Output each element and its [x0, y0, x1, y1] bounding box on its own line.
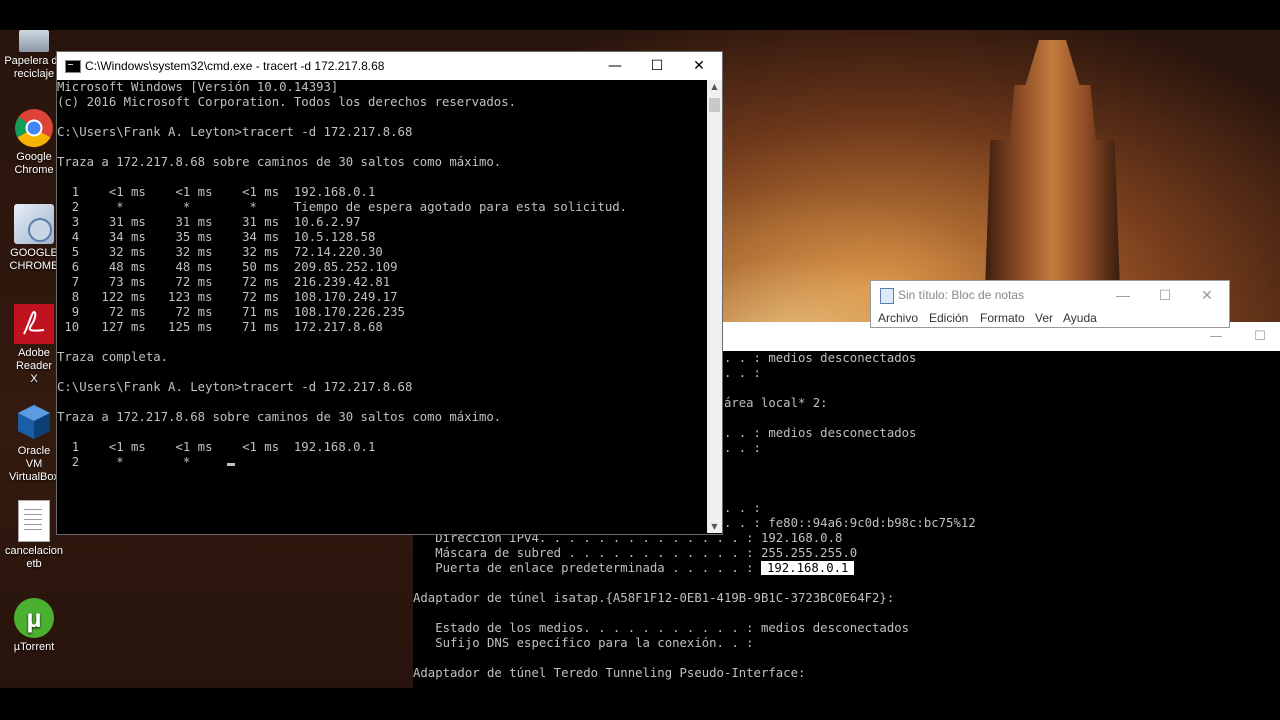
scroll-up-arrow-icon[interactable]: ▲	[707, 82, 722, 91]
console-line: Adaptador de túnel isatap.{A58F1F12-0EB1…	[413, 591, 895, 605]
console-output[interactable]: Microsoft Windows [Versión 10.0.14393] (…	[57, 80, 706, 533]
desktop-icon-utorrent[interactable]: µ µTorrent	[0, 598, 68, 654]
maximize-button[interactable]: ☐	[1240, 322, 1280, 351]
chrome-icon	[14, 108, 54, 148]
gateway-label: Puerta de enlace predeterminada . . . . …	[413, 561, 754, 575]
vertical-scrollbar[interactable]: ▲ ▼	[707, 80, 722, 533]
console-line: C:\Users\Frank A. Leyton>tracert -d 172.…	[57, 380, 413, 394]
console-line: (c) 2016 Microsoft Corporation. Todos lo…	[57, 95, 517, 109]
gateway-highlight: 192.168.0.1	[760, 561, 855, 575]
console-line: 10 127 ms 125 ms 71 ms 172.217.8.68	[57, 320, 383, 334]
close-button[interactable]: ✕	[677, 52, 721, 80]
text-cursor	[227, 463, 236, 466]
console-line: Traza a 172.217.8.68 sobre caminos de 30…	[57, 155, 502, 169]
minimize-button[interactable]: —	[593, 52, 637, 80]
notepad-title: Sin título: Bloc de notas	[898, 288, 1025, 302]
desktop-icon-label: Oracle VM VirtualBox	[9, 445, 59, 483]
menu-formato[interactable]: Formato	[980, 311, 1025, 325]
console-line: Microsoft Windows [Versión 10.0.14393]	[57, 80, 339, 94]
console-line-active: 2 * *	[57, 455, 706, 470]
console-line: Traza a 172.217.8.68 sobre caminos de 30…	[57, 410, 502, 424]
console-line: Máscara de subred . . . . . . . . . . . …	[413, 546, 858, 560]
maximize-button[interactable]: ☐	[635, 52, 679, 80]
scroll-down-arrow-icon[interactable]: ▼	[707, 522, 722, 531]
console-line: 1 <1 ms <1 ms <1 ms 192.168.0.1	[57, 185, 376, 199]
chrome-setup-icon	[14, 204, 54, 244]
notepad-window[interactable]: Sin título: Bloc de notas — ☐ ✕ Archivo …	[870, 280, 1230, 328]
minimize-button[interactable]: —	[1101, 281, 1145, 309]
console-line: 2 * * * Tiempo de espera agotado para es…	[57, 200, 628, 214]
console-line: 6 48 ms 48 ms 50 ms 209.85.252.109	[57, 260, 398, 274]
desktop-icon-label: Google Chrome	[14, 151, 54, 176]
console-line: Estado de los medios. . . . . . . . . . …	[413, 621, 910, 635]
maximize-button[interactable]: ☐	[1143, 281, 1187, 309]
menu-archivo[interactable]: Archivo	[878, 311, 918, 325]
console-line: 5 32 ms 32 ms 32 ms 72.14.220.30	[57, 245, 383, 259]
console-line: 3 31 ms 31 ms 31 ms 10.6.2.97	[57, 215, 361, 229]
console-line-gateway: Puerta de enlace predeterminada . . . . …	[413, 561, 1280, 576]
console-line: 4 34 ms 35 ms 34 ms 10.5.128.58	[57, 230, 376, 244]
console-line: Adaptador de túnel Teredo Tunneling Pseu…	[413, 666, 806, 680]
console-line-text: 2 * *	[57, 455, 228, 469]
desktop-icon-label: cancelacion etb	[4, 545, 64, 570]
cmd-window-titlebar[interactable]: C:\Windows\system32\cmd.exe - tracert -d…	[57, 52, 722, 80]
desktop-icon-label: µTorrent	[13, 641, 55, 653]
utorrent-icon: µ	[14, 598, 54, 638]
window-title: C:\Windows\system32\cmd.exe - tracert -d…	[85, 59, 385, 73]
menu-ayuda[interactable]: Ayuda	[1063, 311, 1097, 325]
console-line: 7 73 ms 72 ms 72 ms 216.239.42.81	[57, 275, 391, 289]
menu-edicion[interactable]: Edición	[929, 311, 968, 325]
scrollbar-thumb[interactable]	[709, 98, 720, 112]
recycle-bin-icon	[19, 30, 49, 52]
console-line: Sufijo DNS específico para la conexión. …	[413, 636, 754, 650]
console-line: 1 <1 ms <1 ms <1 ms 192.168.0.1	[57, 440, 376, 454]
letterbox-bottom	[0, 688, 1280, 720]
console-line: 9 72 ms 72 ms 71 ms 108.170.226.235	[57, 305, 405, 319]
letterbox-top	[0, 0, 1280, 30]
notepad-icon	[880, 288, 894, 304]
desktop-icon-label: GOOGLE CHROME	[9, 247, 59, 272]
document-icon	[18, 500, 50, 542]
cmd-window-tracert[interactable]: C:\Windows\system32\cmd.exe - tracert -d…	[56, 51, 723, 535]
desktop-icon-label: Adobe Reader X	[15, 347, 53, 385]
console-line: Traza completa.	[57, 350, 169, 364]
close-button[interactable]: ✕	[1185, 281, 1229, 309]
console-line: 8 122 ms 123 ms 72 ms 108.170.249.17	[57, 290, 398, 304]
virtualbox-icon	[14, 402, 54, 442]
console-line: C:\Users\Frank A. Leyton>tracert -d 172.…	[57, 125, 413, 139]
adobe-reader-icon	[14, 304, 54, 344]
cmd-icon	[65, 60, 81, 73]
menu-ver[interactable]: Ver	[1035, 311, 1053, 325]
